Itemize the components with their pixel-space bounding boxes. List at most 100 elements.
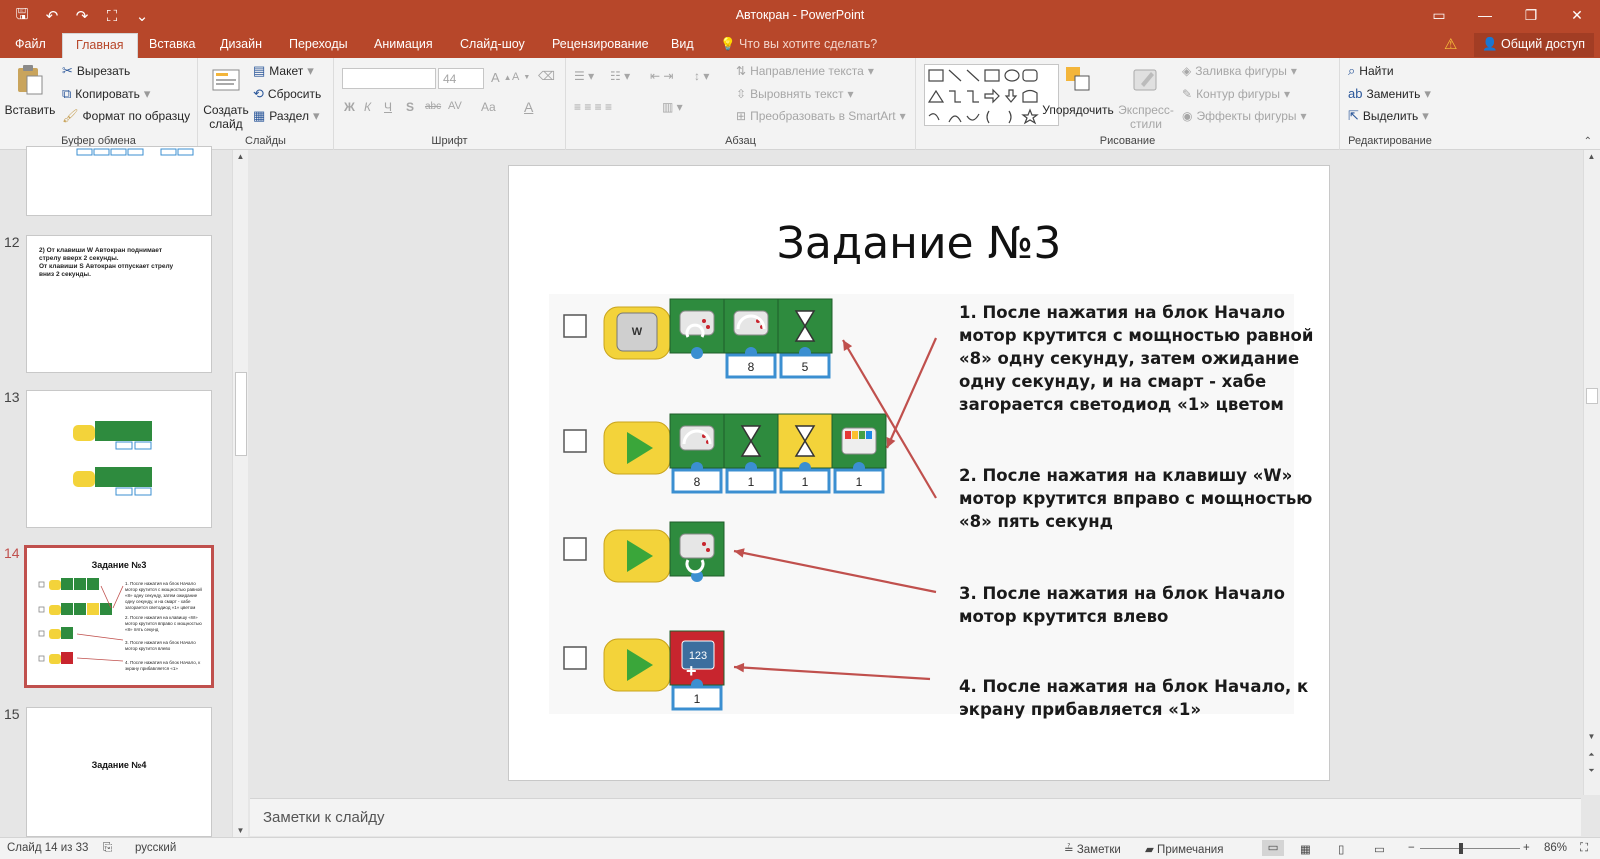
underline-button[interactable]: Ч [384, 100, 392, 114]
paste-button[interactable]: Вставить [4, 64, 56, 117]
thumbnail-scrollbar[interactable]: ▲ ▼ [232, 150, 248, 837]
clear-format-icon[interactable]: ⌫ [538, 69, 555, 83]
normal-view-icon[interactable]: ▭ [1262, 840, 1284, 856]
shrink-font-button[interactable]: A ▼ [512, 71, 530, 83]
thumbnail-slide-12[interactable]: 2) От клавиши W Автокран поднимает стрел… [26, 235, 212, 373]
indent-icon[interactable]: ⇤ ⇥ [650, 69, 673, 83]
zoom-in-icon[interactable]: + [1523, 842, 1530, 854]
italic-button[interactable]: К [364, 100, 371, 114]
arrange-button[interactable]: Упорядочить [1042, 64, 1114, 117]
language-indicator[interactable]: русский [135, 842, 176, 854]
thumbnail-slide-13[interactable] [26, 390, 212, 528]
copy-button[interactable]: ⧉ Копировать ▾ [62, 86, 150, 102]
section-button[interactable]: ▦ Раздел ▾ [253, 109, 320, 124]
columns-icon[interactable]: ▥ ▾ [662, 100, 683, 114]
tab-animations[interactable]: Анимация [374, 37, 433, 51]
task-item-2[interactable]: 2. После нажатия на клавишу «W» мотор кр… [959, 464, 1312, 533]
text-direction-button[interactable]: ⇅ Направление текста ▾ [736, 64, 874, 78]
shapes-gallery[interactable] [924, 64, 1059, 126]
restore-button[interactable]: ❐ [1508, 0, 1554, 30]
font-size-input[interactable]: 44 [438, 68, 484, 89]
minimize-button[interactable]: — [1462, 0, 1508, 30]
slideshow-view-icon[interactable]: ▭ [1374, 842, 1385, 856]
select-button[interactable]: ⇱ Выделить ▾ [1348, 109, 1429, 124]
quick-styles-button[interactable]: Экспресс-стили [1116, 64, 1176, 131]
grow-font-button[interactable]: A ▲ [491, 70, 512, 85]
copy-icon: ⧉ [62, 86, 72, 101]
thumbnail-slide-11[interactable] [26, 146, 212, 216]
previous-slide-icon[interactable]: ⏶ [1584, 750, 1599, 760]
tab-transitions[interactable]: Переходы [289, 37, 348, 51]
fit-slide-icon[interactable]: ⛶ [1580, 842, 1588, 855]
scroll-up-icon[interactable]: ▲ [233, 152, 248, 161]
align-text-button[interactable]: ⇳ Выровнять текст ▾ [736, 87, 854, 101]
share-button[interactable]: 👤 Общий доступ [1474, 33, 1594, 57]
bullets-icon[interactable]: ☰ ▾ [574, 69, 594, 83]
align-icons[interactable]: ≡ ≡ ≡ ≡ [574, 100, 612, 114]
notes-pane[interactable]: Заметки к слайду [250, 798, 1581, 836]
find-button[interactable]: ⌕ Найти [1348, 64, 1394, 79]
font-name-input[interactable] [342, 68, 436, 89]
bold-button[interactable]: Ж [344, 100, 355, 114]
tell-me-box[interactable]: 💡 Что вы хотите сделать? [720, 37, 877, 52]
task-item-4[interactable]: 4. После нажатия на блок Начало, к экран… [959, 675, 1308, 721]
numbering-icon[interactable]: ☷ ▾ [610, 69, 630, 83]
zoom-slider-thumb[interactable] [1459, 843, 1463, 854]
tab-slideshow[interactable]: Слайд-шоу [460, 37, 525, 51]
ribbon-display-options-icon[interactable]: ▭ [1416, 0, 1462, 30]
row-checkbox [563, 646, 587, 670]
tab-view[interactable]: Вид [671, 37, 694, 51]
scrollbar-thumb[interactable] [1586, 388, 1598, 404]
paint-bucket-icon: ◈ [1182, 64, 1192, 78]
group-label-editing: Редактирование [1348, 135, 1432, 147]
shape-effects-button[interactable]: ◉ Эффекты фигуры ▾ [1182, 109, 1307, 123]
light-color [859, 431, 865, 439]
tab-file[interactable]: Файл [15, 37, 46, 51]
line-spacing-icon[interactable]: ↕ ▾ [694, 69, 709, 83]
notes-toggle[interactable]: ≟ Заметки [1064, 842, 1121, 856]
spell-check-icon[interactable]: ⎘ [103, 842, 112, 855]
change-case-button[interactable]: Aa [481, 100, 496, 114]
param-value: 1 [748, 475, 755, 489]
shape-fill-button[interactable]: ◈ Заливка фигуры ▾ [1182, 64, 1297, 78]
collapse-ribbon-icon[interactable]: ⌃ [1584, 136, 1592, 147]
char-spacing-button[interactable]: AV [448, 100, 462, 112]
scroll-down-icon[interactable]: ▼ [1584, 732, 1599, 741]
smartart-icon: ⊞ [736, 109, 747, 123]
layout-button[interactable]: ▤ Макет ▾ [253, 64, 314, 79]
slide-canvas[interactable]: Задание №3 W 8 5 8 1 1 1 123 +1 1. После нажатия… [508, 165, 1330, 781]
tab-review[interactable]: Рецензирование [552, 37, 649, 51]
shape-outline-button[interactable]: ✎ Контур фигуры ▾ [1182, 87, 1290, 101]
scroll-down-icon[interactable]: ▼ [233, 826, 248, 835]
slide-sorter-icon[interactable]: ▦ [1300, 842, 1311, 856]
comments-toggle[interactable]: ▰ Примечания [1145, 842, 1223, 856]
strikethrough-button[interactable]: abc [425, 101, 441, 112]
task-item-1[interactable]: 1. После нажатия на блок Начало мотор кр… [959, 301, 1313, 416]
zoom-level[interactable]: 86% [1544, 842, 1567, 854]
row-checkbox [563, 537, 587, 561]
zoom-out-icon[interactable]: − [1408, 842, 1415, 854]
smartart-button[interactable]: ⊞ Преобразовать в SmartArt ▾ [736, 109, 906, 123]
scrollbar-thumb[interactable] [235, 372, 247, 456]
reading-view-icon[interactable]: ▯ [1338, 842, 1344, 856]
group-paragraph: ☰ ▾ ☷ ▾ ⇤ ⇥ ↕ ▾ ≡ ≡ ≡ ≡ ▥ ▾ ⇅ Направление… [566, 58, 916, 150]
warning-icon[interactable]: ⚠ [1444, 35, 1457, 53]
font-color-button[interactable]: A [524, 99, 533, 115]
tab-insert[interactable]: Вставка [149, 37, 195, 51]
shadow-button[interactable]: S [406, 100, 414, 114]
tab-home[interactable]: Главная [62, 33, 138, 58]
slide-scrollbar[interactable]: ▲ ▼ ⏶ ⏷ [1583, 150, 1600, 795]
format-painter-button[interactable]: 🖌 Формат по образцу [62, 109, 190, 124]
reset-button[interactable]: ⟲ Сбросить [253, 87, 321, 102]
thumbnail-slide-15[interactable]: Задание №4 [26, 707, 212, 837]
task-item-3[interactable]: 3. После нажатия на блок Начало мотор кр… [959, 582, 1285, 628]
scroll-up-icon[interactable]: ▲ [1584, 152, 1599, 161]
zoom-slider[interactable] [1420, 848, 1520, 849]
tab-design[interactable]: Дизайн [220, 37, 262, 51]
cut-button[interactable]: ✂ Вырезать [62, 64, 130, 79]
next-slide-icon[interactable]: ⏷ [1584, 766, 1599, 776]
thumbnail-slide-14[interactable]: Задание №3 1. После нажатия на блок Нача… [24, 545, 214, 688]
new-slide-button[interactable]: Создать слайд [202, 64, 250, 131]
close-button[interactable]: ✕ [1554, 0, 1600, 30]
replace-button[interactable]: ab Заменить ▾ [1348, 87, 1431, 102]
